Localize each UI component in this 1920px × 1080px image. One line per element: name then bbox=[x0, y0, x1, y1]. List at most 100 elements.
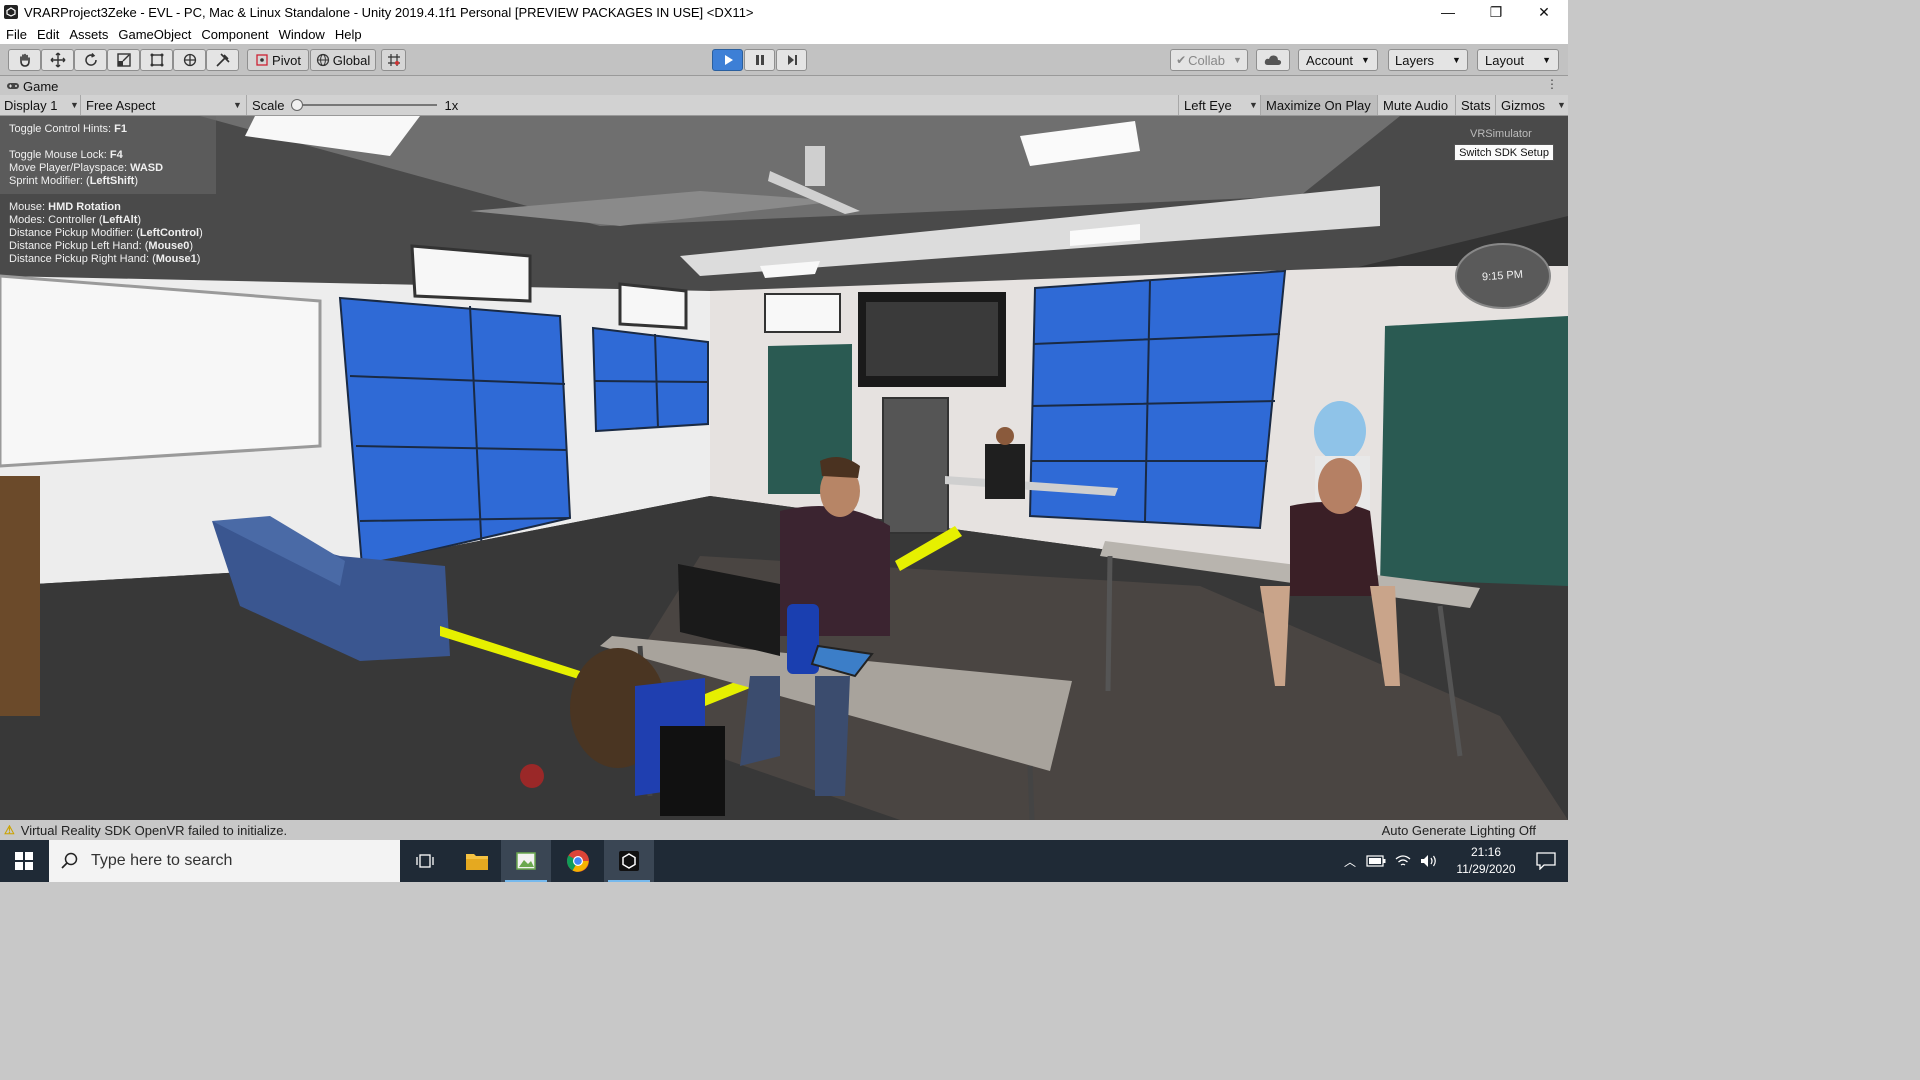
global-label: Global bbox=[332, 52, 371, 68]
move-tool-button[interactable] bbox=[41, 49, 74, 71]
cloud-button[interactable] bbox=[1256, 49, 1290, 71]
menu-help[interactable]: Help bbox=[330, 27, 367, 42]
hand-tool-button[interactable] bbox=[8, 49, 41, 71]
hint-line: Distance Pickup Right Hand: (Mouse1) bbox=[9, 253, 201, 265]
menu-gameobject[interactable]: GameObject bbox=[113, 27, 196, 42]
search-icon bbox=[61, 852, 78, 869]
eye-dropdown[interactable]: Left Eye ▼ bbox=[1178, 95, 1260, 115]
game-scene bbox=[0, 116, 1568, 820]
tab-game[interactable]: Game bbox=[6, 79, 58, 94]
collab-label: Collab bbox=[1188, 52, 1225, 68]
system-tray: ︿ 21:16 11/29/2020 bbox=[1344, 840, 1568, 882]
chevron-down-icon: ▼ bbox=[1452, 55, 1461, 65]
more-options-icon[interactable]: ⋮ bbox=[1546, 77, 1558, 91]
maximize-button[interactable]: ❐ bbox=[1472, 0, 1520, 24]
layers-dropdown[interactable]: Layers ▼ bbox=[1388, 49, 1468, 71]
folder-icon bbox=[466, 854, 488, 870]
pivot-toggle[interactable]: Pivot bbox=[247, 49, 309, 71]
scale-control: Scale 1x bbox=[246, 95, 476, 115]
stats-label: Stats bbox=[1461, 97, 1491, 113]
rotate-tool-button[interactable] bbox=[74, 49, 107, 71]
aspect-dropdown[interactable]: Free Aspect ▼ bbox=[80, 95, 244, 115]
scale-slider-thumb[interactable] bbox=[290, 99, 303, 111]
wifi-icon[interactable] bbox=[1394, 854, 1412, 868]
game-tab-strip: Game ⋮ bbox=[0, 77, 1568, 95]
menu-bar: File Edit Assets GameObject Component Wi… bbox=[0, 24, 1568, 44]
hint-line: Mouse: HMD Rotation bbox=[9, 201, 121, 213]
grid-snap-icon bbox=[387, 54, 400, 66]
gizmos-dropdown[interactable]: Gizmos ▼ bbox=[1495, 95, 1568, 115]
chevron-up-icon[interactable]: ︿ bbox=[1344, 853, 1356, 870]
chevron-down-icon: ▼ bbox=[1361, 55, 1370, 65]
pivot-label: Pivot bbox=[272, 52, 301, 68]
scale-tool-button[interactable] bbox=[107, 49, 140, 71]
notification-icon[interactable] bbox=[1536, 852, 1556, 870]
chevron-down-icon: ▼ bbox=[1542, 55, 1551, 65]
tools-icon bbox=[215, 53, 230, 67]
scale-icon bbox=[116, 53, 131, 67]
taskbar-search-box[interactable]: Type here to search bbox=[49, 840, 400, 882]
menu-file[interactable]: File bbox=[0, 27, 32, 42]
layout-label: Layout bbox=[1485, 52, 1525, 68]
rect-transform-icon bbox=[150, 53, 163, 67]
layout-dropdown[interactable]: Layout ▼ bbox=[1477, 49, 1559, 71]
start-button[interactable] bbox=[0, 840, 48, 882]
custom-tool-button[interactable] bbox=[206, 49, 239, 71]
active-indicator bbox=[505, 880, 547, 882]
transform-tool-button[interactable] bbox=[173, 49, 206, 71]
aspect-label: Free Aspect bbox=[86, 97, 156, 113]
hint-line: Modes: Controller (LeftAlt) bbox=[9, 214, 142, 226]
stats-toggle[interactable]: Stats bbox=[1455, 95, 1495, 115]
gizmos-label: Gizmos bbox=[1501, 97, 1546, 113]
mute-audio-toggle[interactable]: Mute Audio bbox=[1377, 95, 1455, 115]
step-button[interactable] bbox=[776, 49, 807, 71]
control-hints-overlay: Toggle Control Hints: F1 Toggle Mouse Lo… bbox=[9, 123, 203, 266]
hint-line: Sprint Modifier: (LeftShift) bbox=[9, 175, 138, 187]
file-explorer-button[interactable] bbox=[452, 840, 502, 882]
chevron-down-icon: ▼ bbox=[233, 100, 242, 110]
collab-dropdown[interactable]: ✔ Collab ▼ bbox=[1170, 49, 1248, 71]
scale-slider[interactable] bbox=[290, 99, 437, 111]
tab-game-label: Game bbox=[23, 78, 59, 94]
account-dropdown[interactable]: Account ▼ bbox=[1298, 49, 1378, 71]
menu-component[interactable]: Component bbox=[196, 27, 273, 42]
switch-sdk-button[interactable]: Switch SDK Setup bbox=[1454, 144, 1554, 161]
layers-label: Layers bbox=[1395, 52, 1435, 68]
taskbar-clock[interactable]: 21:16 11/29/2020 bbox=[1446, 844, 1526, 878]
menu-edit[interactable]: Edit bbox=[32, 27, 64, 42]
clock-time: 21:16 bbox=[1470, 845, 1502, 859]
chrome-icon bbox=[567, 850, 589, 872]
unity-taskbar-button[interactable] bbox=[604, 840, 654, 882]
rect-tool-button[interactable] bbox=[140, 49, 173, 71]
volume-icon[interactable] bbox=[1420, 854, 1438, 868]
menu-assets[interactable]: Assets bbox=[64, 27, 113, 42]
account-label: Account bbox=[1306, 52, 1354, 68]
hint-line: Move Player/Playspace: WASD bbox=[9, 162, 164, 174]
display-dropdown[interactable]: Display 1 ▼ bbox=[4, 95, 80, 115]
close-button[interactable]: ✕ bbox=[1520, 0, 1568, 24]
battery-icon[interactable] bbox=[1366, 855, 1386, 867]
image-app-button[interactable] bbox=[501, 840, 551, 882]
chevron-down-icon: ▼ bbox=[70, 100, 79, 110]
grid-snap-button[interactable] bbox=[381, 49, 406, 71]
maximize-on-play-toggle[interactable]: Maximize On Play bbox=[1260, 95, 1377, 115]
lighting-status: Auto Generate Lighting Off bbox=[1381, 822, 1536, 838]
play-icon bbox=[724, 55, 733, 65]
play-button[interactable] bbox=[712, 49, 743, 71]
unity-logo-icon bbox=[4, 5, 18, 19]
pause-button[interactable] bbox=[744, 49, 775, 71]
check-icon: ✔ bbox=[1176, 53, 1187, 67]
active-indicator bbox=[608, 880, 650, 882]
maximize-on-play-label: Maximize On Play bbox=[1266, 97, 1371, 113]
transform-icon bbox=[183, 53, 196, 67]
menu-window[interactable]: Window bbox=[274, 27, 330, 42]
task-view-button[interactable] bbox=[400, 840, 450, 882]
chevron-down-icon: ▼ bbox=[1233, 55, 1242, 65]
status-message[interactable]: Virtual Reality SDK OpenVR failed to ini… bbox=[21, 823, 287, 838]
chrome-button[interactable] bbox=[553, 840, 603, 882]
minimize-button[interactable]: — bbox=[1424, 0, 1472, 24]
warning-icon: ⚠ bbox=[4, 823, 15, 837]
game-viewport[interactable]: Toggle Control Hints: F1 Toggle Mouse Lo… bbox=[0, 116, 1568, 820]
cloud-icon bbox=[1264, 55, 1282, 65]
global-toggle[interactable]: Global bbox=[310, 49, 376, 71]
